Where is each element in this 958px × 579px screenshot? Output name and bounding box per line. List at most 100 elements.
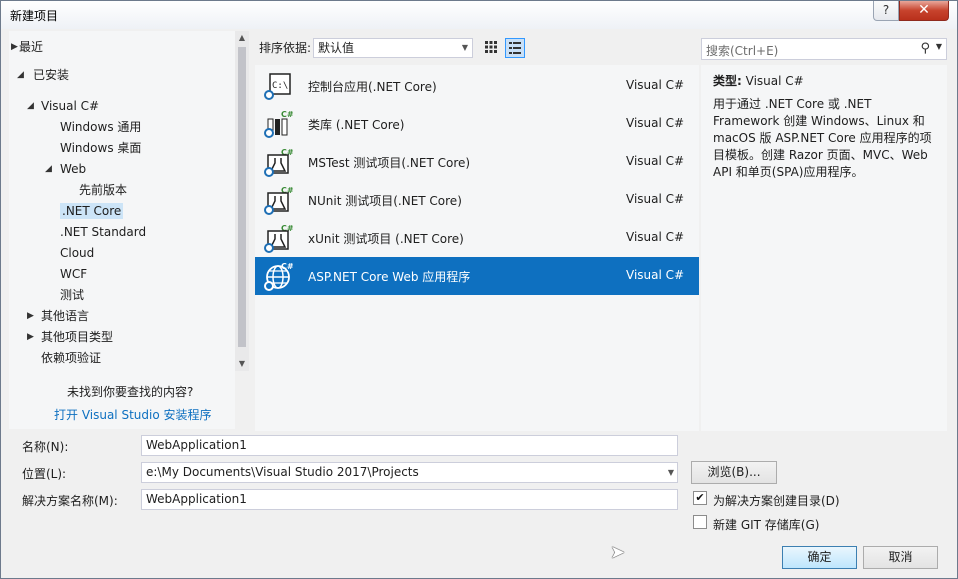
tree-item[interactable]: Visual C#	[41, 96, 99, 116]
svg-text:C#: C#	[281, 110, 293, 119]
template-language: Visual C#	[626, 192, 685, 206]
expand-arrow-icon[interactable]: ▶	[27, 306, 34, 326]
template-language: Visual C#	[626, 268, 685, 282]
collapse-arrow-icon[interactable]: ◢	[27, 96, 34, 116]
create-dir-checkbox[interactable]: ✔	[693, 491, 707, 505]
create-dir-label[interactable]: 为解决方案创建目录(D)	[713, 492, 840, 509]
location-label: 位置(L):	[22, 467, 67, 481]
template-language: Visual C#	[626, 116, 685, 130]
category-tree: ▶ 最近 ◢ 已安装 ◢ Visual C# Windows 通用 Windows 桌面 ◢ We…	[9, 31, 235, 429]
git-repo-label[interactable]: 新建 GIT 存储库(G)	[713, 516, 819, 533]
list-view-icon[interactable]	[505, 38, 525, 58]
template-language: Visual C#	[626, 78, 685, 92]
tree-item[interactable]: Web	[60, 159, 86, 179]
git-repo-checkbox[interactable]	[693, 515, 707, 529]
browse-button[interactable]: 浏览(B)...	[691, 461, 777, 484]
tree-item[interactable]: 测试	[60, 285, 84, 305]
type-value: Visual C#	[745, 74, 804, 88]
tree-item[interactable]: 先前版本	[79, 180, 127, 200]
tree-item[interactable]: Windows 桌面	[60, 138, 141, 158]
collapse-arrow-icon[interactable]: ◢	[17, 65, 24, 85]
tree-item-label: 测试	[60, 288, 85, 302]
tree-item[interactable]: 依赖项验证	[41, 348, 101, 368]
tree-item-label: .NET Core	[60, 203, 124, 219]
tree-item-label: 已安装	[33, 68, 70, 82]
tree-item-label: 最近	[19, 40, 44, 54]
help-button[interactable]: ?	[873, 1, 899, 21]
expand-arrow-icon[interactable]: ▶	[11, 37, 18, 57]
search-icon[interactable]: ⚲	[920, 41, 930, 56]
expand-arrow-icon[interactable]: ▶	[27, 327, 34, 347]
template-row[interactable]: C# MSTest 测试项目(.NET Core) Visual C#	[255, 143, 699, 181]
template-row[interactable]: C# 类库 (.NET Core) Visual C#	[255, 105, 699, 143]
collapse-arrow-icon[interactable]: ◢	[45, 159, 52, 179]
tree-item[interactable]: .NET Core	[60, 201, 124, 221]
template-row[interactable]: C# ASP.NET Core Web 应用程序 Visual C#	[255, 257, 699, 295]
type-label: 类型:	[713, 74, 742, 88]
class-library-icon: C#	[263, 109, 294, 139]
chevron-down-icon[interactable]: ▼	[668, 463, 674, 482]
template-name: ASP.NET Core Web 应用程序	[308, 270, 471, 284]
tree-item[interactable]: Cloud	[60, 243, 94, 263]
template-name: 控制台应用(.NET Core)	[308, 80, 437, 94]
close-button[interactable]: ✕	[899, 1, 949, 21]
chevron-down-icon: ▼	[461, 43, 468, 52]
template-language: Visual C#	[626, 230, 685, 244]
solution-name-label: 解决方案名称(M):	[22, 494, 118, 508]
window-title: 新建项目	[10, 9, 59, 23]
template-row[interactable]: C# NUnit 测试项目(.NET Core) Visual C#	[255, 181, 699, 219]
svg-text:C:\: C:\	[272, 81, 288, 91]
new-project-dialog: 新建项目 ? ✕ ▶ 最近 ◢ 已安装 ◢ Visual C# Windows 通用 Wind…	[0, 0, 958, 579]
template-name: 类库 (.NET Core)	[308, 118, 405, 132]
solution-name-field[interactable]: WebApplication1	[141, 489, 678, 510]
tree-item-label: Windows 通用	[60, 120, 142, 134]
solution-name-value: WebApplication1	[146, 492, 247, 506]
tree-item-label: WCF	[60, 267, 88, 281]
template-info-panel: 类型: Visual C# 用于通过 .NET Core 或 .NET Fram…	[701, 65, 947, 431]
tree-item-label: 其他项目类型	[41, 330, 114, 344]
tree-item-label: .NET Standard	[60, 225, 147, 239]
open-installer-link[interactable]: 打开 Visual Studio 安装程序	[54, 406, 212, 423]
title-bar: 新建项目 ? ✕	[1, 1, 957, 29]
search-input[interactable]: 搜索(Ctrl+E) ⚲ ▼	[701, 38, 947, 60]
location-field[interactable]: e:\My Documents\Visual Studio 2017\Proje…	[141, 462, 678, 483]
scroll-thumb[interactable]	[238, 47, 246, 347]
chevron-down-icon[interactable]: ▼	[936, 42, 942, 51]
name-label: 名称(N):	[22, 440, 69, 454]
tree-scrollbar[interactable]: ▲ ▼	[235, 31, 249, 371]
template-name: MSTest 测试项目(.NET Core)	[308, 156, 471, 170]
tree-item[interactable]: 已安装	[33, 65, 69, 85]
sort-dropdown[interactable]: 默认值 ▼	[313, 38, 473, 58]
tree-item[interactable]: .NET Standard	[60, 222, 146, 242]
ok-button[interactable]: 确定	[782, 546, 857, 569]
search-placeholder: 搜索(Ctrl+E)	[706, 44, 779, 58]
test-project-icon: C#	[263, 223, 294, 253]
tree-item[interactable]: 其他项目类型	[41, 327, 113, 347]
scroll-up-icon[interactable]: ▲	[235, 31, 249, 45]
cancel-button[interactable]: 取消	[863, 546, 938, 569]
template-type: 类型: Visual C#	[713, 72, 804, 89]
sort-label: 排序依据:	[259, 41, 312, 55]
template-description: 用于通过 .NET Core 或 .NET Framework 创建 Windo…	[713, 97, 932, 179]
template-language: Visual C#	[626, 154, 685, 168]
web-app-globe-icon: C#	[263, 261, 294, 291]
template-name: xUnit 测试项目 (.NET Core)	[308, 232, 464, 246]
template-name: NUnit 测试项目(.NET Core)	[308, 194, 462, 208]
tree-item[interactable]: WCF	[60, 264, 87, 284]
grid-view-icon[interactable]	[481, 38, 501, 58]
template-row[interactable]: C# xUnit 测试项目 (.NET Core) Visual C#	[255, 219, 699, 257]
tree-item-label: Cloud	[60, 246, 95, 260]
scroll-down-icon[interactable]: ▼	[235, 357, 249, 371]
console-app-icon: C:\	[263, 71, 293, 101]
tree-item-label: 其他语言	[41, 309, 90, 323]
name-field[interactable]: WebApplication1	[141, 435, 678, 456]
tree-item-label: Windows 桌面	[60, 141, 142, 155]
tree-item[interactable]: 最近	[19, 37, 43, 57]
tree-item-label: 先前版本	[79, 183, 128, 197]
tree-item-label: Web	[60, 162, 87, 176]
template-row[interactable]: C:\ 控制台应用(.NET Core) Visual C#	[255, 67, 699, 105]
tree-item[interactable]: Windows 通用	[60, 117, 141, 137]
not-found-text: 未找到你要查找的内容?	[67, 385, 194, 399]
tree-item[interactable]: 其他语言	[41, 306, 89, 326]
tree-item-label: Visual C#	[41, 99, 100, 113]
